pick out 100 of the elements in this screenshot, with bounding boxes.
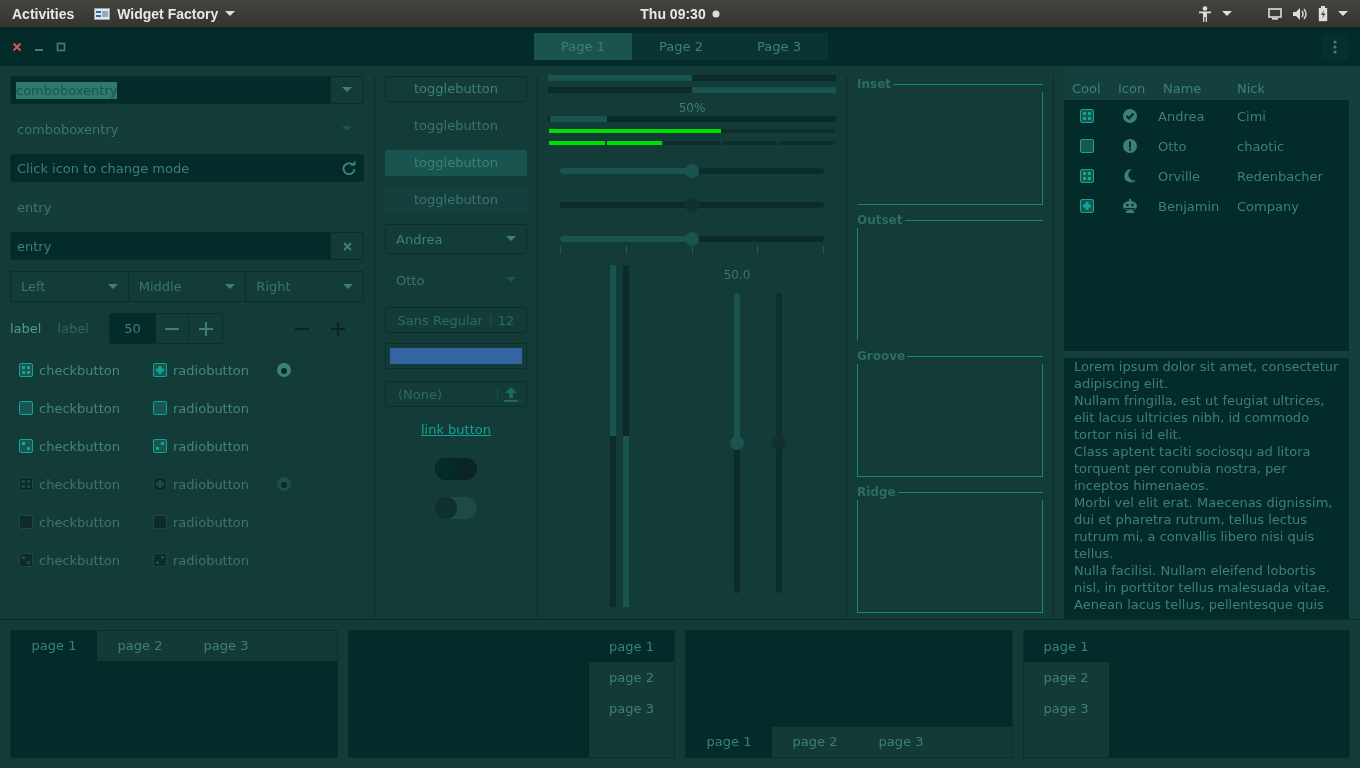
- color-button[interactable]: [385, 343, 527, 369]
- battery-icon[interactable]: [1318, 5, 1328, 22]
- close-icon[interactable]: [12, 41, 22, 52]
- combo-box[interactable]: Right: [245, 271, 364, 302]
- toggle-button[interactable]: togglebutton: [385, 76, 527, 102]
- upload-icon: [504, 386, 518, 402]
- app-menu[interactable]: Widget Factory: [94, 5, 236, 22]
- menu-button[interactable]: [1322, 33, 1348, 60]
- progress-text: 50%: [677, 100, 707, 116]
- table-cell-text: Benjamin: [1157, 198, 1221, 214]
- page-tab[interactable]: page 3: [858, 727, 944, 757]
- check-circle-icon: [1122, 108, 1138, 124]
- page-tab[interactable]: page 3: [589, 693, 674, 724]
- column-header[interactable]: Nick: [1229, 80, 1349, 96]
- caret-icon: [343, 283, 353, 290]
- tree-row[interactable]: Otto chaotic: [1064, 131, 1349, 161]
- clock[interactable]: Thu 09:30: [640, 5, 706, 22]
- paragraph: Aenean lacus tellus, pellentesque quis: [1074, 595, 1325, 613]
- radio-button[interactable]: [153, 401, 167, 415]
- table-cell-text: Cimi: [1236, 108, 1267, 124]
- paragraph: Class aptent taciti sociosqu ad litora torquent per conubia nostra, per inceptos himenaeos.: [1074, 442, 1312, 494]
- page-tab[interactable]: Page 2: [632, 33, 730, 60]
- checkbox[interactable]: [1080, 199, 1094, 213]
- checkbox[interactable]: [19, 363, 33, 377]
- label-text: label: [10, 321, 42, 336]
- combo-box[interactable]: Andrea: [385, 224, 527, 254]
- tree-row[interactable]: Benjamin Company: [1064, 191, 1349, 221]
- checkbox-label[interactable]: checkbutton: [39, 438, 120, 454]
- radio-button[interactable]: [153, 363, 167, 377]
- checkbox[interactable]: [1080, 109, 1094, 123]
- volume-icon[interactable]: [1292, 6, 1308, 21]
- radio-button[interactable]: [277, 363, 291, 377]
- checkbox-label: checkbutton: [39, 476, 120, 492]
- checkbox[interactable]: [19, 439, 33, 453]
- text-field[interactable]: Click icon to change mode: [10, 154, 364, 182]
- caret-icon: [225, 283, 236, 290]
- caret-icon: [107, 283, 118, 290]
- paragraph: Nulla facilisi. Nullam eleifend lobortis nisl, in porttitor tellus malesuada vitae.: [1074, 561, 1331, 596]
- warning-icon: [1122, 138, 1138, 154]
- text-field[interactable]: entry: [10, 232, 364, 260]
- caret-icon[interactable]: [1222, 10, 1232, 17]
- moon-icon: [1122, 168, 1138, 184]
- accessibility-icon[interactable]: [1198, 5, 1212, 22]
- table-cell-text: chaotic: [1236, 138, 1286, 154]
- page-tab[interactable]: page 2: [589, 662, 674, 693]
- paragraph: Morbi vel elit erat. Maecenas dignissim, dui et pharetra rutrum, tellus lectus rutrum mi, a convallis libero nisi quis tellus.: [1074, 493, 1334, 562]
- checkbox-label[interactable]: checkbutton: [39, 362, 120, 378]
- refresh-icon[interactable]: [342, 161, 356, 175]
- dropdown-button[interactable]: [330, 77, 363, 103]
- column-header[interactable]: Icon: [1110, 80, 1150, 96]
- radio-label[interactable]: radiobutton: [173, 362, 249, 378]
- checkbox-label[interactable]: checkbutton: [39, 400, 120, 416]
- combo-box[interactable]: Left: [10, 271, 129, 302]
- page-tab[interactable]: page 1: [589, 631, 674, 662]
- tree-row[interactable]: Orville Redenbacher: [1064, 161, 1349, 191]
- maximize-icon[interactable]: [56, 41, 66, 52]
- display-icon[interactable]: [1268, 7, 1282, 20]
- link-button[interactable]: link button: [421, 419, 491, 441]
- slider-value: 50.0: [723, 267, 751, 284]
- activities-button[interactable]: Activities: [12, 5, 75, 22]
- text-field: entry: [10, 193, 364, 221]
- app-icon: [94, 7, 111, 20]
- caret-icon: [506, 277, 516, 283]
- checkbox[interactable]: [19, 401, 33, 415]
- spin-button[interactable]: 50: [108, 313, 223, 344]
- tree-row[interactable]: Andrea Cimi: [1064, 101, 1349, 131]
- page-tab[interactable]: page 1: [1023, 631, 1109, 662]
- page-tab[interactable]: page 3: [183, 631, 269, 661]
- clear-button[interactable]: [330, 233, 363, 259]
- caret-icon[interactable]: [1338, 10, 1348, 17]
- page-tab[interactable]: page 2: [772, 727, 858, 757]
- page-tab[interactable]: Page 3: [730, 33, 828, 60]
- caret-icon: [506, 236, 516, 242]
- paragraph: Nullam fringilla, est ut feugiat ultrices, elit lacus ultricies nibh, id commodo tortor nisi id elit.: [1074, 391, 1326, 443]
- face-icon: [1122, 198, 1138, 214]
- paragraph: Lorem ipsum dolor sit amet, consectetur adipiscing elit.: [1074, 357, 1340, 392]
- radio-label: radiobutton: [173, 514, 249, 530]
- radio-label: radiobutton: [173, 476, 249, 492]
- table-cell-text: Otto: [1157, 138, 1188, 154]
- notification-dot-icon: [711, 9, 720, 18]
- caret-icon: [225, 10, 236, 17]
- column-header[interactable]: Name: [1150, 80, 1229, 96]
- table-cell-text: Orville: [1157, 168, 1202, 184]
- table-cell-text: Redenbacher: [1236, 168, 1324, 184]
- checkbox[interactable]: [1080, 139, 1094, 153]
- page-tab[interactable]: page 3: [1023, 693, 1109, 724]
- radio-label[interactable]: radiobutton: [173, 400, 249, 416]
- plus-icon[interactable]: [198, 321, 213, 336]
- radio-label: radiobutton: [173, 552, 249, 568]
- radio-button[interactable]: [153, 439, 167, 453]
- page-tab[interactable]: page 1: [11, 631, 97, 661]
- page-tab[interactable]: page 1: [686, 727, 772, 757]
- table-cell-text: Company: [1236, 198, 1300, 214]
- caret-icon: [342, 87, 352, 93]
- page-tab[interactable]: page 2: [97, 631, 183, 661]
- radio-label[interactable]: radiobutton: [173, 438, 249, 454]
- combo-box[interactable]: Middle: [127, 271, 247, 302]
- column-header[interactable]: Cool: [1064, 80, 1110, 96]
- checkbox[interactable]: [1080, 169, 1094, 183]
- page-tab[interactable]: page 2: [1023, 662, 1109, 693]
